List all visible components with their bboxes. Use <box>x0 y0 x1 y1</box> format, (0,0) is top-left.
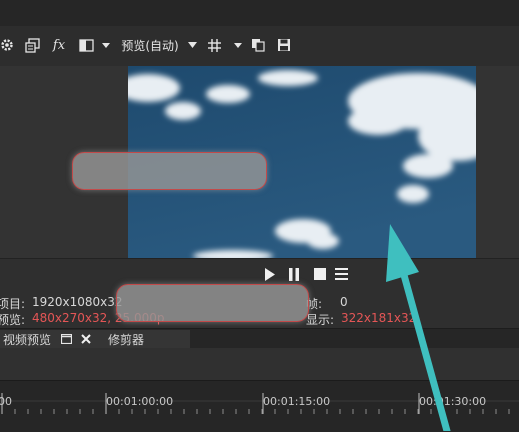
timecode-label: 00:01:30:00 <box>419 395 487 408</box>
window-icon[interactable] <box>61 334 73 344</box>
display-value: 322x181x32 <box>341 311 417 325</box>
grid-icon[interactable] <box>206 34 222 56</box>
fx-icon[interactable]: fx <box>50 34 68 56</box>
stop-icon[interactable] <box>312 266 328 282</box>
tab-video-preview-label: 视频预览 <box>3 332 52 347</box>
play-icon[interactable] <box>262 266 278 282</box>
timeline-header <box>0 348 519 380</box>
timecode-label: 00:01:00:00 <box>106 395 174 408</box>
split-icon[interactable] <box>78 34 94 56</box>
dropdown-icon[interactable] <box>101 34 111 56</box>
pause-icon[interactable] <box>286 266 302 282</box>
preview-toolbar: fx 预览(自动) <box>0 26 519 66</box>
tab-video-preview[interactable]: 视频预览 <box>0 330 190 348</box>
dropdown-icon[interactable] <box>186 34 198 56</box>
dropdown-icon[interactable] <box>233 34 243 56</box>
timecode-label: 00:01:15:00 <box>263 395 331 408</box>
tab-trimmer[interactable]: 修剪器 <box>108 330 144 348</box>
redaction-blur <box>72 152 267 190</box>
copy-icon[interactable] <box>250 34 266 56</box>
close-icon[interactable] <box>81 334 91 344</box>
preview-quality-selector[interactable]: 预览(自动) <box>117 34 183 56</box>
preview-right-margin <box>476 66 519 258</box>
gear-icon[interactable] <box>0 34 14 56</box>
redaction-blur <box>116 284 309 322</box>
display-label: 显示: <box>306 313 335 327</box>
device-icon[interactable] <box>24 34 40 56</box>
save-icon[interactable] <box>276 34 292 56</box>
panel-tab-bar: 视频预览 修剪器 <box>0 328 519 350</box>
frame-value: 0 <box>340 295 348 309</box>
preview-label: 预览: <box>0 313 26 327</box>
project-value: 1920x1080x32 <box>32 295 123 309</box>
menu-icon[interactable] <box>333 266 349 282</box>
project-label: 项目: <box>0 297 26 311</box>
window-top-strip <box>0 0 519 27</box>
tab-trimmer-label: 修剪器 <box>108 332 145 347</box>
timecode-label: 00 <box>0 395 12 408</box>
